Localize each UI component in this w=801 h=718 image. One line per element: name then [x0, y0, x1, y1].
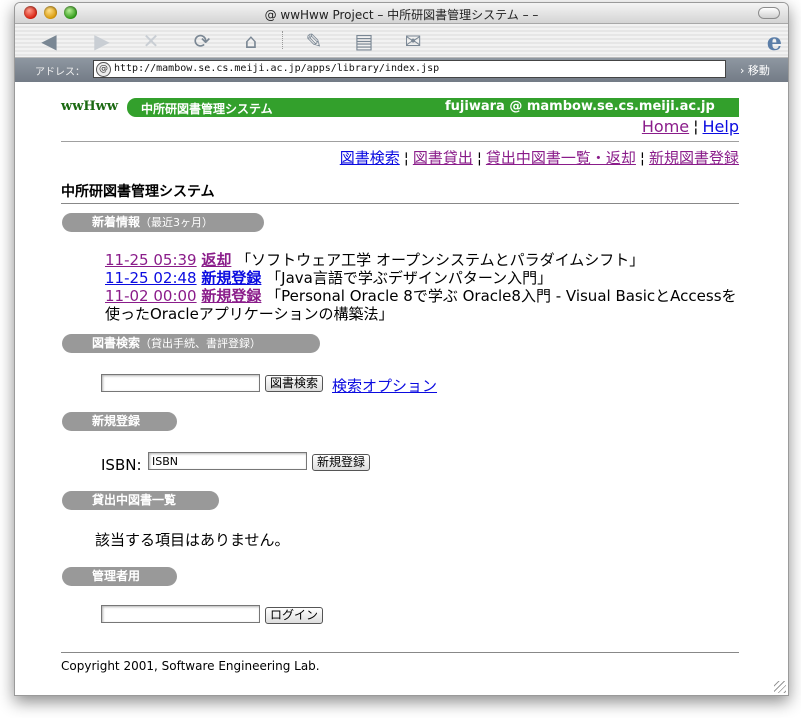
news-time-link[interactable]: 11-02 00:00 [105, 287, 197, 305]
home-link[interactable]: Home [642, 117, 689, 136]
news-item: 11-25 05:39 返却 「ソフトウェア工学 オープンシステムとパラダイムシ… [105, 251, 745, 269]
login-button[interactable]: ログイン [265, 607, 324, 624]
section-label: 貸出中図書一覧 [92, 493, 177, 507]
section-news-header: 新着情報（最近3ヶ月） [62, 213, 264, 232]
search-button[interactable]: 図書検索 [265, 375, 324, 392]
link-separator: ¦ [639, 149, 645, 167]
news-item: 11-02 00:00 新規登録 「Personal Oracle 8で学ぶ O… [105, 287, 745, 323]
address-url[interactable]: http://mambow.se.cs.meiji.ac.jp/apps/lib… [114, 63, 439, 74]
banner-user: fujiwara @ mambow.se.cs.meiji.ac.jp [445, 99, 715, 114]
section-sub-label: （最近3ヶ月） [140, 216, 214, 229]
title-divider [61, 203, 739, 204]
refresh-icon[interactable]: ⟳ [190, 29, 214, 53]
print-icon[interactable]: ▤ [352, 29, 376, 53]
header-banner: 中所研図書管理システム fujiwara @ mambow.se.cs.meij… [127, 98, 739, 117]
back-icon[interactable]: ◀ [37, 29, 61, 53]
section-admin-header: 管理者用 [62, 567, 177, 586]
news-time-link[interactable]: 11-25 05:39 [105, 251, 197, 269]
section-label: 新着情報 [92, 215, 141, 229]
lending-empty-message: 該当する項目はありません。 [95, 531, 290, 549]
resize-grip-icon[interactable] [774, 681, 786, 693]
top-links: Home ¦ Help [642, 117, 739, 136]
toolbar-toggle-button[interactable] [758, 7, 780, 19]
banner-system-name: 中所研図書管理システム [141, 102, 273, 116]
search-input[interactable] [101, 374, 260, 392]
go-button[interactable]: › 移動 [740, 62, 770, 78]
isbn-label: ISBN: [101, 456, 142, 474]
section-label: 新規登録 [92, 414, 141, 428]
title-bar: @ wwHww Project – 中所研図書管理システム – – [15, 3, 788, 24]
nav-lend-link[interactable]: 図書貸出 [413, 149, 473, 167]
brand-logo: wwHww [61, 99, 119, 114]
isbn-input[interactable] [148, 452, 307, 470]
stop-icon[interactable]: ✕ [139, 29, 163, 53]
browser-window: @ wwHww Project – 中所研図書管理システム – – ◀ ▶ ✕ … [14, 2, 789, 696]
admin-password-input[interactable] [101, 605, 260, 623]
news-time-link[interactable]: 11-25 02:48 [105, 269, 197, 287]
news-tag-link[interactable]: 新規登録 [201, 269, 261, 287]
news-title: 「ソフトウェア工学 オープンシステムとパラダイムシフト」 [236, 251, 645, 269]
help-link[interactable]: Help [703, 117, 739, 136]
nav-lending-list-link[interactable]: 貸出中図書一覧・返却 [486, 149, 636, 167]
mail-icon[interactable]: ✉ [401, 29, 425, 53]
footer-copyright: Copyright 2001, Software Engineering Lab… [61, 659, 320, 673]
news-tag-link[interactable]: 新規登録 [201, 287, 261, 305]
address-input[interactable]: @ http://mambow.se.cs.meiji.ac.jp/apps/l… [93, 60, 726, 78]
news-list: 11-25 05:39 返却 「ソフトウェア工学 オープンシステムとパラダイムシ… [105, 251, 745, 323]
home-icon[interactable]: ⌂ [239, 29, 263, 53]
section-label: 管理者用 [92, 569, 141, 583]
nav-search-link[interactable]: 図書検索 [340, 149, 400, 167]
section-sub-label: （貸出手続、書評登録） [140, 337, 262, 350]
section-lending-header: 貸出中図書一覧 [62, 491, 219, 510]
footer-divider [61, 652, 739, 653]
address-bar: アドレス： @ http://mambow.se.cs.meiji.ac.jp/… [15, 58, 788, 82]
site-icon: @ [96, 62, 111, 77]
news-tag-link[interactable]: 返却 [201, 251, 231, 269]
link-separator: ¦ [403, 149, 409, 167]
autofill-icon[interactable]: ✎ [302, 29, 326, 53]
page-title: 中所研図書管理システム [61, 184, 215, 200]
link-separator: ¦ [476, 149, 482, 167]
section-label: 図書検索 [92, 336, 141, 350]
section-register-header: 新規登録 [62, 412, 177, 431]
search-options-link[interactable]: 検索オプション [332, 375, 437, 396]
window-title: @ wwHww Project – 中所研図書管理システム – – [264, 8, 539, 22]
page-content: wwHww 中所研図書管理システム fujiwara @ mambow.se.c… [15, 83, 788, 695]
main-nav: 図書検索 ¦ 図書貸出 ¦ 貸出中図書一覧・返却 ¦ 新規図書登録 [340, 147, 739, 168]
toolbar-separator [282, 31, 284, 49]
link-separator: ¦ [693, 117, 699, 136]
forward-icon[interactable]: ▶ [90, 29, 114, 53]
address-label: アドレス： [35, 67, 85, 78]
ie-logo-icon: e [766, 27, 782, 56]
news-title: 「Java言語で学ぶデザインパターン入門」 [266, 269, 553, 287]
section-search-header: 図書検索（貸出手続、書評登録） [62, 334, 320, 353]
news-item: 11-25 02:48 新規登録 「Java言語で学ぶデザインパターン入門」 [105, 269, 745, 287]
header-divider [61, 141, 739, 142]
register-button[interactable]: 新規登録 [312, 454, 371, 471]
browser-toolbar: ◀ ▶ ✕ ⟳ ⌂ ✎ ▤ ✉ e [15, 24, 788, 58]
news-title: 「Personal Oracle 8で学ぶ Oracle8入門 - Visual… [105, 287, 737, 323]
nav-register-link[interactable]: 新規図書登録 [649, 149, 739, 167]
